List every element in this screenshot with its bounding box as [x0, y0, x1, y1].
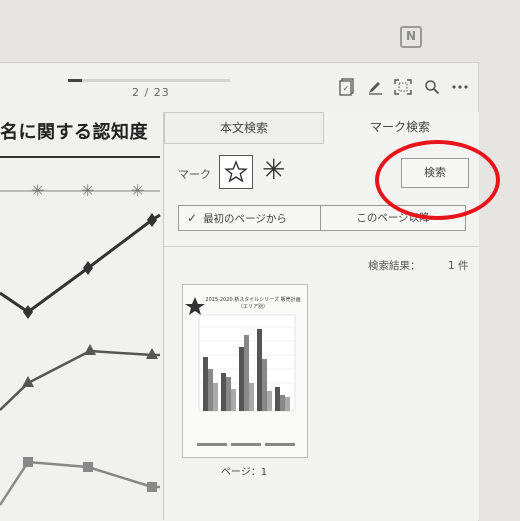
chart-point: ✳	[81, 181, 94, 200]
chart-point: ✳	[131, 181, 144, 200]
star-icon	[224, 160, 248, 183]
chart-series-dark-line	[0, 213, 161, 314]
document-title: 名に関する認知度	[0, 122, 148, 143]
result-page-number: ページ：1	[220, 467, 268, 478]
chart-point	[83, 261, 93, 275]
page-progress-fill	[68, 79, 83, 82]
highlight-circle-annotation	[375, 140, 500, 220]
device-bezel	[479, 0, 520, 520]
chart-series-dark-markers	[23, 213, 157, 319]
more-icon[interactable]	[449, 76, 471, 98]
chart-point	[83, 462, 93, 472]
chart-point	[84, 344, 96, 355]
checkmark-icon: ✓	[187, 211, 198, 225]
chart-series-mid-markers	[22, 344, 158, 387]
chart-series-mid-line	[0, 349, 160, 411]
tab-text-search[interactable]: 本文検索	[164, 112, 324, 144]
chart-point	[23, 457, 33, 467]
results-label: 検索結果：	[368, 260, 421, 272]
chart-point	[147, 482, 157, 492]
option-from-first-page[interactable]: ✓ 最初のページから	[178, 205, 322, 231]
option-from-first-label: 最初のページから	[203, 213, 287, 225]
chart-series-light-line	[0, 460, 160, 506]
search-icon[interactable]	[421, 76, 443, 98]
thumbnail-title: 2015-2020 新スタイルシリーズ 販売計画（エリア別）	[205, 297, 301, 310]
results-count: 1 件	[448, 260, 469, 272]
document-line-chart: ✳ ✳ ✳	[0, 181, 161, 506]
chart-point	[23, 305, 33, 319]
fit-page-icon[interactable]	[392, 76, 414, 98]
svg-text:✓: ✓	[343, 84, 350, 93]
title-underline	[0, 156, 160, 158]
star-mark-option[interactable]	[219, 155, 253, 189]
page-progress-bar[interactable]	[68, 79, 230, 82]
pen-icon[interactable]	[364, 76, 386, 98]
search-result-thumbnail[interactable]: 2015-2020 新スタイルシリーズ 販売計画（エリア別）	[182, 284, 308, 458]
annotate-list-icon[interactable]: ✓	[336, 76, 358, 98]
star-icon	[185, 297, 205, 315]
mark-label: マーク	[178, 168, 211, 181]
tab-mark-search[interactable]: マーク検索	[322, 112, 478, 142]
chart-point	[147, 213, 157, 227]
asterisk-mark-option[interactable]: ✳	[262, 154, 285, 186]
page-indicator: 2 / 23	[132, 86, 170, 99]
chart-point: ✳	[31, 181, 44, 200]
nfc-icon: N	[400, 26, 422, 48]
panel-divider	[164, 246, 479, 247]
